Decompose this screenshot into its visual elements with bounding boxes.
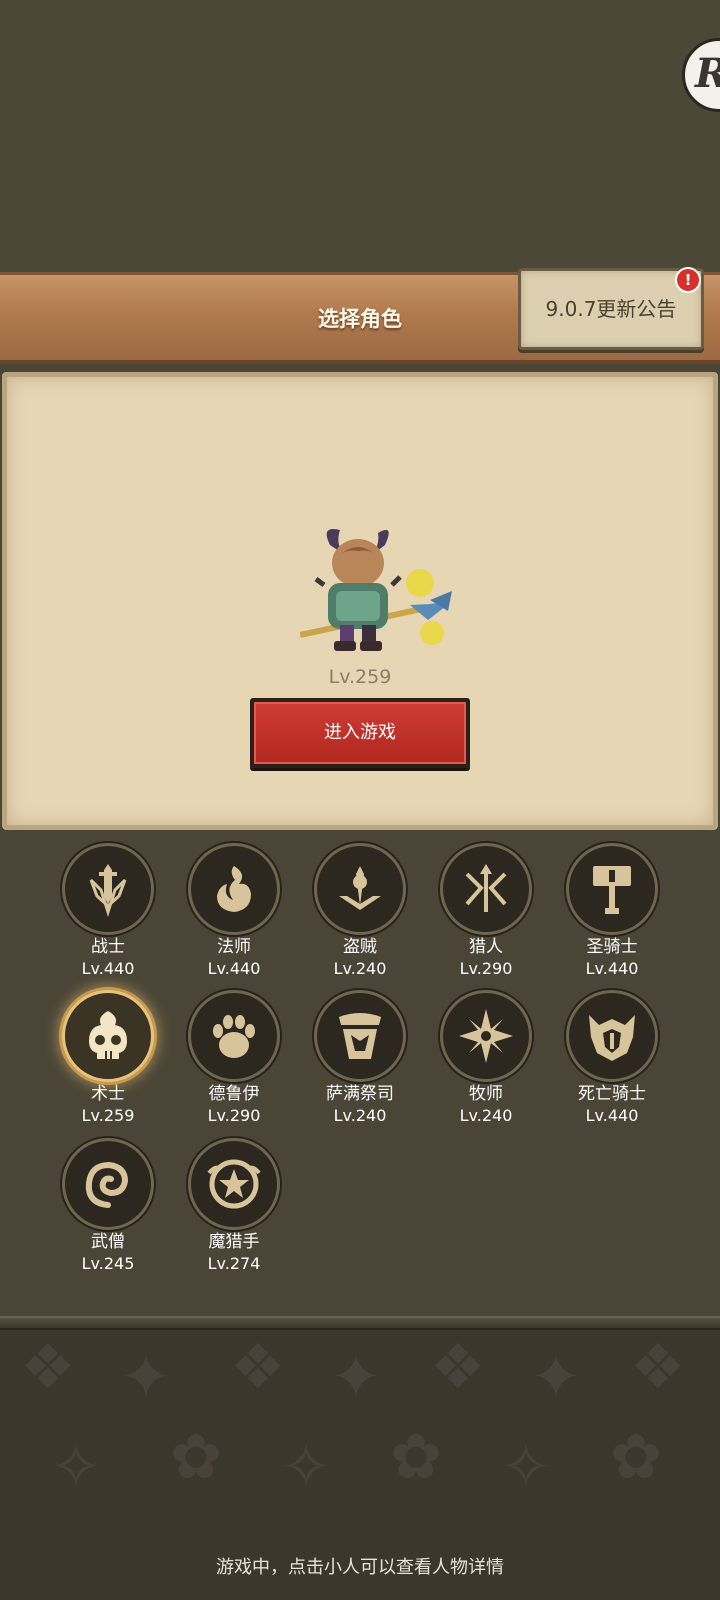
class-name: 盗贼 (343, 937, 377, 957)
decor-glyph-icon: ✿ (170, 1420, 222, 1493)
class-name: 德鲁伊 (208, 1084, 260, 1104)
class-name: 死亡骑士 (578, 1084, 646, 1104)
sword-icon (62, 843, 154, 935)
class-item-monk[interactable]: 武僧 Lv.245 (45, 1138, 171, 1275)
class-level: Lv.440 (585, 959, 639, 978)
class-item-hunter[interactable]: 猎人 Lv.290 (423, 843, 549, 980)
decor-glyph-icon: ✧ (50, 1430, 102, 1503)
decor-glyph-icon: ✧ (500, 1430, 552, 1503)
class-item-warrior[interactable]: 战士 Lv.440 (45, 843, 171, 980)
class-level: Lv.274 (207, 1254, 261, 1273)
hammer-icon (566, 843, 658, 935)
class-item-paladin[interactable]: 圣骑士 Lv.440 (549, 843, 675, 980)
class-level: Lv.259 (81, 1106, 135, 1125)
class-level: Lv.440 (585, 1106, 639, 1125)
helmet-icon (566, 990, 658, 1082)
class-item-death-knight[interactable]: 死亡骑士 Lv.440 (549, 990, 675, 1127)
notice-alert-badge: ! (675, 267, 701, 293)
paw-icon (188, 990, 280, 1082)
class-level: Lv.240 (459, 1106, 513, 1125)
update-notice-button[interactable]: 9.0.7更新公告 ! (518, 267, 704, 350)
flame-icon (188, 843, 280, 935)
star-icon (440, 990, 532, 1082)
decor-glyph-icon: ❖ (430, 1330, 486, 1403)
decor-glyph-icon: ✧ (280, 1430, 332, 1503)
skull-icon (62, 990, 154, 1082)
decor-glyph-icon: ✿ (610, 1420, 662, 1493)
top-area (0, 0, 720, 272)
class-level: Lv.240 (333, 959, 387, 978)
class-name: 武僧 (91, 1232, 125, 1252)
arrows-icon (440, 843, 532, 935)
class-level: Lv.245 (81, 1254, 135, 1273)
class-name: 猎人 (469, 937, 503, 957)
class-name: 战士 (91, 937, 125, 957)
class-level: Lv.290 (207, 1106, 261, 1125)
class-level: Lv.440 (207, 959, 261, 978)
class-item-mage[interactable]: 法师 Lv.440 (171, 843, 297, 980)
class-name: 圣骑士 (586, 937, 638, 957)
class-item-demon-hunter[interactable]: 魔猎手 Lv.274 (171, 1138, 297, 1275)
class-level: Lv.440 (81, 959, 135, 978)
decor-glyph-icon: ✿ (390, 1420, 442, 1493)
decor-glyph-icon: ❖ (630, 1330, 686, 1403)
footer-hint: 游戏中，点击小人可以查看人物详情 (216, 1557, 504, 1578)
class-name: 术士 (91, 1084, 125, 1104)
demon-star-icon (188, 1138, 280, 1230)
character-level: Lv.259 (328, 666, 392, 688)
decor-glyph-icon: ✦ (120, 1340, 172, 1413)
class-name: 牧师 (469, 1084, 503, 1104)
spiral-icon (62, 1138, 154, 1230)
dagger-icon (314, 843, 406, 935)
class-item-rogue[interactable]: 盗贼 Lv.240 (297, 843, 423, 980)
class-item-priest[interactable]: 牧师 Lv.240 (423, 990, 549, 1127)
enter-game-button[interactable]: 进入游戏 (250, 698, 470, 768)
decor-glyph-icon: ✦ (330, 1340, 382, 1413)
class-name: 法师 (217, 937, 251, 957)
update-notice-label: 9.0.7更新公告 (545, 297, 677, 321)
decor-glyph-icon: ✦ (530, 1340, 582, 1413)
totem-icon (314, 990, 406, 1082)
section-divider (0, 1316, 720, 1330)
character-sprite[interactable] (299, 525, 460, 665)
class-level: Lv.290 (459, 959, 513, 978)
decor-glyph-icon: ❖ (230, 1330, 286, 1403)
class-name: 魔猎手 (208, 1232, 260, 1252)
class-item-druid[interactable]: 德鲁伊 Lv.290 (171, 990, 297, 1127)
class-item-shaman[interactable]: 萨满祭司 Lv.240 (297, 990, 423, 1127)
class-item-warlock[interactable]: 术士 Lv.259 (45, 990, 171, 1127)
class-name: 萨满祭司 (326, 1084, 394, 1104)
class-level: Lv.240 (333, 1106, 387, 1125)
decor-glyph-icon: ❖ (20, 1330, 76, 1403)
